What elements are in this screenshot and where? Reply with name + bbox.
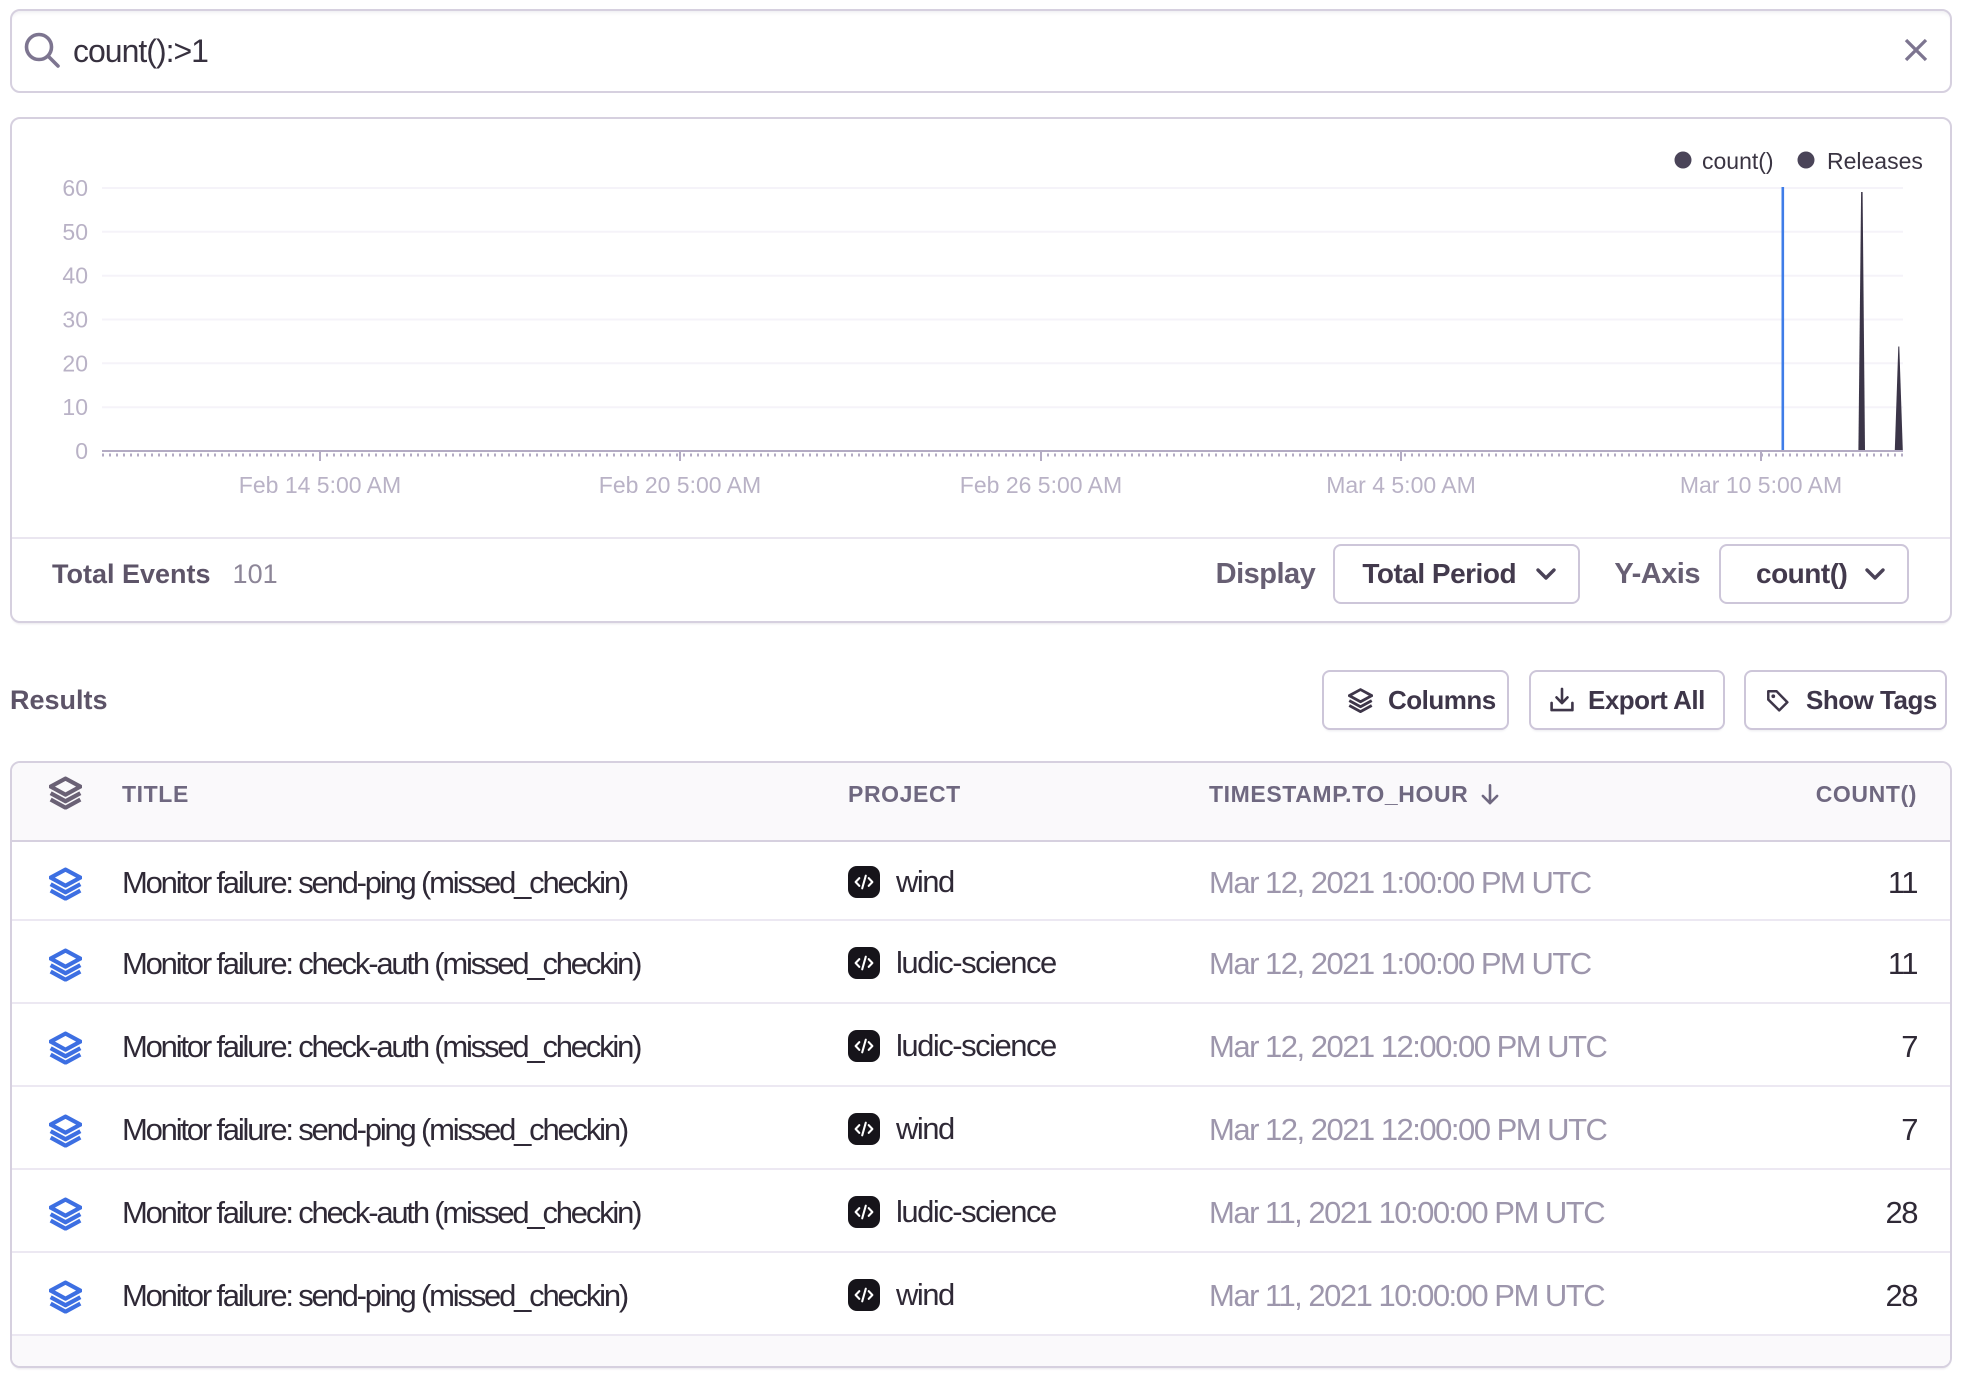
svg-text:count(): count() xyxy=(1702,148,1774,174)
svg-text:Mar 10 5:00 AM: Mar 10 5:00 AM xyxy=(1680,472,1842,498)
svg-text:Releases: Releases xyxy=(1827,148,1923,174)
svg-text:40: 40 xyxy=(62,263,88,289)
svg-text:Feb 26 5:00 AM: Feb 26 5:00 AM xyxy=(960,472,1122,498)
svg-text:Feb 20 5:00 AM: Feb 20 5:00 AM xyxy=(599,472,761,498)
svg-text:30: 30 xyxy=(62,307,88,333)
svg-text:60: 60 xyxy=(62,175,88,201)
svg-text:0: 0 xyxy=(75,438,88,464)
svg-text:10: 10 xyxy=(62,394,88,420)
svg-text:20: 20 xyxy=(62,350,88,376)
svg-text:Mar 4 5:00 AM: Mar 4 5:00 AM xyxy=(1326,472,1476,498)
svg-text:Feb 14 5:00 AM: Feb 14 5:00 AM xyxy=(239,472,401,498)
svg-text:50: 50 xyxy=(62,219,88,245)
